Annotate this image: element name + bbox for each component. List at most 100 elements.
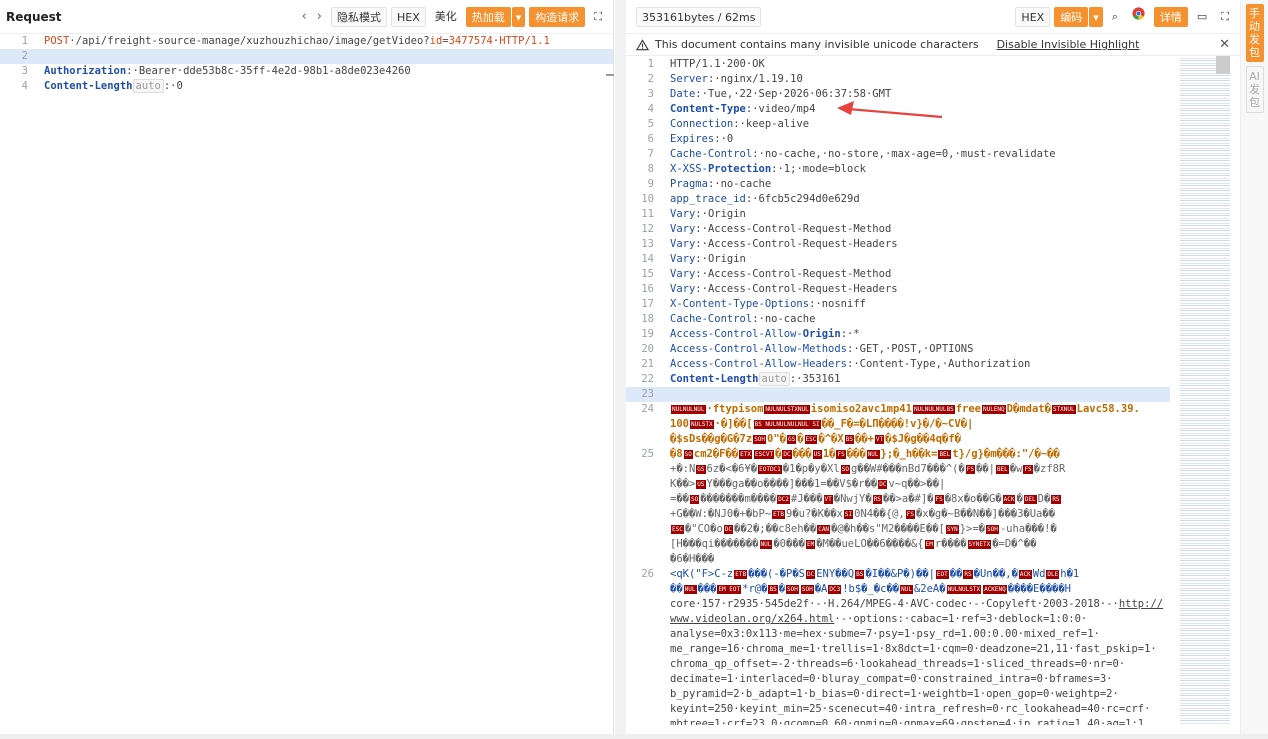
line-text: HTTP/1.1·200·OK <box>670 57 1170 72</box>
text-segment: http:// <box>1118 598 1164 610</box>
line-number: 1 <box>647 58 654 70</box>
text-segment: :·1;·mode=block <box>771 163 866 175</box>
line-text: Vary:·Access-Control-Request-Method <box>670 222 1170 237</box>
warning-text: This document contains many invisible un… <box>655 38 979 51</box>
control-char: BS <box>855 569 865 579</box>
build-request-button[interactable]: 构造请求 <box>529 6 586 27</box>
text-segment: Vary <box>670 208 696 220</box>
code-line: =�� SO �������m���� DC2 #J��� VT �NwjY� RS ��>a�… <box>626 492 1170 507</box>
control-char: SOH <box>985 524 999 534</box>
text-segment: Content-Length <box>670 373 759 385</box>
line-text: �8 SO cm2�F�� ETX ESCVT � DC ��� US 1� FS ��� NUL};�… <box>670 447 1170 462</box>
code-line: 20 Access-Control-Allow-Methods:·GET,·POS… <box>626 342 1170 357</box>
text-segment: id <box>429 35 443 47</box>
control-char: NUL <box>900 584 913 594</box>
response-pane: 353161bytes / 62ms HEX 编码 ▾ ⌕ 详情 ▭ ⛶ Thi… <box>626 0 1240 739</box>
line-text: Vary:·Origin <box>670 207 1170 222</box>
beautify-button[interactable]: 美化 <box>430 7 462 27</box>
text-segment: �0��� <box>773 538 805 550</box>
text-segment: Origin <box>802 328 841 340</box>
code-line: 2 Server:·nginx/1.19.10 <box>626 72 1170 87</box>
close-icon[interactable]: ✕ <box>1219 37 1230 52</box>
search-icon[interactable]: ⌕ <box>1107 7 1123 27</box>
minimap[interactable] <box>1180 56 1230 725</box>
text-segment: ·ftypisom <box>706 403 764 415</box>
control-char: ACKENQ <box>983 584 1007 594</box>
response-editor[interactable]: 1 HTTP/1.1·200·OK 2 Server:·nginx/1.19.10 3 D… <box>626 57 1170 725</box>
back-arrow-icon[interactable]: ‹ <box>302 9 307 24</box>
line-text: <qK("F>C-z ETB ���(-�P�S DC ENY��Q BS �I��&P�)… <box>670 567 1170 582</box>
minimap-viewport[interactable] <box>1216 56 1230 74</box>
text-segment: �I��&P�)��| <box>865 568 935 580</box>
line-text: K��> US Y���ga��o����]���1=��V$�r�� DC v~q��… <box>670 477 1170 492</box>
encoding-button[interactable]: 编码 <box>1054 6 1089 27</box>
text-segment: :·Access-Control-Request-Method <box>695 268 892 280</box>
text-segment: �w <box>1009 463 1023 475</box>
control-char: US <box>812 449 822 459</box>
warning-icon <box>636 38 649 50</box>
disable-highlight-link[interactable]: Disable Invisible Highlight <box>997 38 1140 51</box>
text-segment: � <box>775 448 782 460</box>
code-line: [H���qi������� NUL �0��� EM �M��ueLO��6����&… <box>626 537 1170 552</box>
control-char: ACK <box>1018 569 1032 579</box>
text-segment: :·Access-Control-Request-Headers <box>695 283 898 295</box>
expand-icon[interactable]: ⛶ <box>1216 7 1234 27</box>
ai-send-tab[interactable]: AI发包 <box>1245 66 1264 113</box>
line-number <box>626 672 670 687</box>
text-segment: � <box>797 433 804 445</box>
line-text: �� NUL ��� EM EOT *r@� BS � SOH SOH �A DC3 !b$�_�c�… <box>670 582 1170 597</box>
code-line: 13 Vary:·Access-Control-Request-Headers <box>626 237 1170 252</box>
encoding-dropdown-icon[interactable]: ▾ <box>1089 6 1103 27</box>
line-number: 12 <box>641 223 654 235</box>
line-number <box>626 522 670 537</box>
code-line: 9 Pragma:·no-cache <box>626 177 1170 192</box>
code-line: 17 X-Content-Type-Options:·nosniff <box>626 297 1170 312</box>
forward-arrow-icon[interactable]: › <box>317 9 322 24</box>
line-text: [H���qi������� NUL �0��� EM �M��ueLO��6����&… <box>670 537 1170 552</box>
text-segment: �1�p�y�Xl <box>782 463 840 475</box>
request-editor[interactable]: 1 POST·/api/freight-source-manage/xuzhouz… <box>0 34 613 94</box>
text-segment: Lavc58.39. <box>1076 403 1140 415</box>
text-segment: Expires <box>670 133 715 145</box>
control-char: ESCVT <box>754 449 775 459</box>
text-segment: :·no-cache <box>707 178 772 190</box>
code-line: 6 Expires:·0 <box>626 132 1170 147</box>
text-segment: :·no-cache <box>752 313 816 325</box>
line-number: 4 <box>647 103 654 115</box>
line-number <box>626 627 670 642</box>
line-number: 3 <box>647 88 654 100</box>
chrome-icon[interactable] <box>1127 6 1150 27</box>
details-button[interactable]: 详情 <box>1153 6 1188 27</box>
text-segment: �NwjY� <box>833 493 872 505</box>
hex-button[interactable]: HEX <box>391 6 426 27</box>
hotload-button[interactable]: 热加载 <box>465 6 511 27</box>
pane-divider[interactable] <box>615 0 626 739</box>
text-segment: :·Origin <box>695 253 746 265</box>
expand-icon[interactable]: ⛶ <box>589 7 607 27</box>
code-line: 10 app_trace_id:·6fcb5c294d0e629d <box>626 192 1170 207</box>
control-char: RS <box>872 494 882 504</box>
privacy-mode-button[interactable]: 隐私模式 <box>331 6 387 27</box>
hotload-dropdown-icon[interactable]: ▾ <box>511 6 526 27</box>
line-number: 18 <box>641 313 654 325</box>
code-line: ESC �"CO�o DC ��2�;��c8eh�� CAN �@�h��s"M2���… <box>626 522 1170 537</box>
line-number: 13 <box>641 238 654 250</box>
code-line: 12 Vary:·Access-Control-Request-Method <box>626 222 1170 237</box>
text-segment: www.videolan.org/x264.html <box>670 613 835 625</box>
hex-button[interactable]: HEX <box>1015 6 1051 27</box>
comment-icon[interactable]: ▭ <box>1192 7 1212 27</box>
invisible-chars-warning: This document contains many invisible un… <box>626 34 1240 56</box>
line-text: app_trace_id:·6fcb5c294d0e629d <box>670 192 1170 207</box>
control-char: EM <box>924 539 934 549</box>
text-segment: 1� <box>822 448 836 460</box>
text-segment: +�:N <box>670 463 696 475</box>
manual-send-tab[interactable]: 手动发包 <box>1245 4 1264 62</box>
control-char: US <box>696 479 706 489</box>
text-segment: :·keep-alive <box>733 118 810 130</box>
text-segment: [H���qi������� <box>670 538 759 550</box>
text-segment: mbtree=1·crf=23.0·qcomp=0.60·qpmin=0·qpm… <box>670 718 1151 725</box>
line-number: 22 <box>641 373 654 385</box>
line-text: Content-Length auto:·0 <box>44 79 613 94</box>
horizontal-scrollbar[interactable] <box>0 734 1268 739</box>
line-number: 15 <box>641 268 654 280</box>
